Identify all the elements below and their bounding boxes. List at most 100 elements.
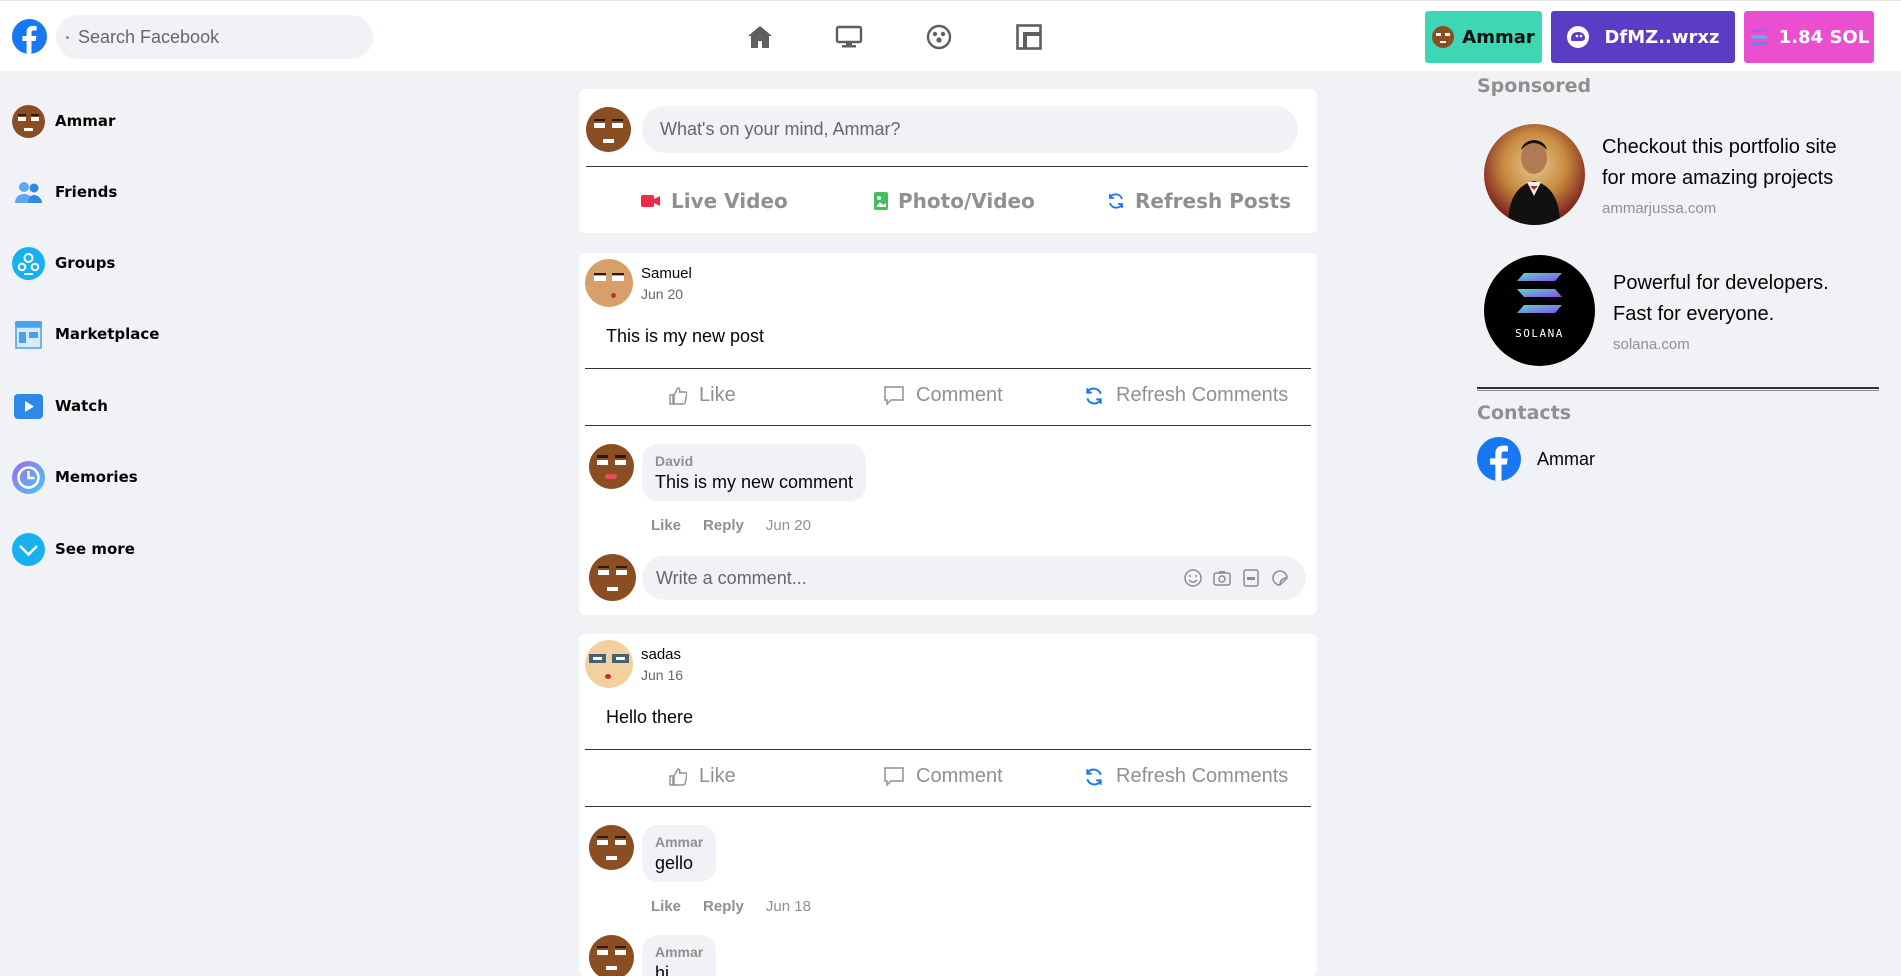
refresh-icon: [1107, 192, 1125, 210]
post-text: This is my new post: [606, 326, 765, 346]
comment-text: gello: [655, 853, 694, 873]
like-button[interactable]: Like: [669, 765, 736, 788]
author-avatar[interactable]: [585, 640, 633, 688]
refresh-comments-label: Refresh Comments: [1116, 765, 1289, 787]
comment-author[interactable]: Ammar: [655, 834, 703, 850]
like-label: Like: [699, 384, 736, 406]
comment-reply-link[interactable]: Reply: [703, 898, 744, 915]
comment-label: Comment: [916, 384, 1003, 406]
watch-icon[interactable]: [835, 23, 863, 51]
contact-item[interactable]: Ammar: [1477, 437, 1595, 481]
groups-icon[interactable]: [925, 23, 953, 51]
comment-input[interactable]: Write a comment...: [642, 556, 1306, 600]
divider: [585, 425, 1311, 426]
memories-icon: [12, 460, 45, 494]
composer-input[interactable]: What's on your mind, Ammar?: [642, 106, 1298, 153]
friends-icon: [12, 176, 45, 209]
comment-icon: [884, 767, 904, 786]
post-author[interactable]: sadas: [641, 646, 683, 663]
balance-button[interactable]: 1.84 SOL: [1744, 11, 1874, 63]
refresh-comments-label: Refresh Comments: [1116, 384, 1289, 406]
comment-button[interactable]: Comment: [884, 384, 1003, 407]
ad-site: solana.com: [1613, 336, 1690, 353]
contacts-heading: Contacts: [1477, 402, 1572, 424]
sponsored-ad[interactable]: SOLANA Powerful for developers. Fast for…: [1484, 255, 1829, 366]
like-label: Like: [699, 765, 736, 787]
sidebar-item-label: Watch: [55, 397, 108, 415]
comment-item: Ammar gello: [589, 825, 717, 882]
author-avatar[interactable]: [585, 259, 633, 307]
post-card: Samuel Jun 20 This is my new post Like C…: [579, 253, 1317, 615]
comment-like-link[interactable]: Like: [651, 898, 681, 915]
watch-icon: [12, 390, 45, 423]
user-avatar: [1432, 26, 1455, 48]
photo-video-label: Photo/Video: [898, 189, 1035, 213]
sticker-icon[interactable]: [1270, 568, 1290, 593]
sidebar-item-see-more[interactable]: See more: [12, 529, 135, 569]
divider: [585, 368, 1311, 369]
gaming-icon[interactable]: [1015, 23, 1043, 51]
sidebar-item-label: Friends: [55, 183, 118, 201]
refresh-comments-button[interactable]: Refresh Comments: [1084, 765, 1288, 788]
sidebar-item-memories[interactable]: Memories: [12, 457, 138, 497]
ad-title-line: Powerful for developers.: [1613, 272, 1829, 294]
post-card: sadas Jun 16 Hello there Like Comment Re…: [579, 634, 1317, 976]
sidebar-item-watch[interactable]: Watch: [12, 386, 108, 426]
sidebar-item-friends[interactable]: Friends: [12, 172, 117, 212]
live-video-button[interactable]: Live Video: [641, 189, 788, 213]
sidebar-item-groups[interactable]: Groups: [12, 243, 115, 283]
comment-bubble: Ammar gello: [642, 825, 717, 882]
comment-reply-link[interactable]: Reply: [703, 517, 744, 534]
wallet-button[interactable]: DfMZ..wrxz: [1551, 11, 1735, 63]
comment-tools: [1183, 568, 1290, 593]
post-date: Jun 16: [641, 666, 684, 683]
refresh-icon: [1084, 386, 1104, 406]
camera-icon[interactable]: [1212, 568, 1232, 593]
refresh-posts-label: Refresh Posts: [1135, 189, 1291, 213]
facebook-logo-icon[interactable]: [12, 19, 47, 54]
comment-date: Jun 18: [765, 898, 811, 915]
post-text: Hello there: [606, 707, 694, 727]
comment-like-link[interactable]: Like: [651, 517, 681, 534]
solana-logo-text: SOLANA: [1515, 327, 1564, 340]
sidebar-item-profile[interactable]: Ammar: [12, 101, 115, 141]
profile-button[interactable]: Ammar: [1425, 11, 1542, 63]
sponsored-heading: Sponsored: [1477, 75, 1592, 97]
comment-author[interactable]: David: [655, 453, 853, 469]
sidebar-item-label: Groups: [55, 254, 116, 272]
post-header: Samuel Jun 20: [585, 259, 692, 307]
comment-item: Ammar hi: [589, 935, 717, 976]
like-button[interactable]: Like: [669, 384, 736, 407]
gif-icon[interactable]: [1241, 568, 1261, 593]
sidebar-item-marketplace[interactable]: Marketplace: [12, 314, 159, 354]
comment-date: Jun 20: [765, 517, 811, 534]
commenter-avatar[interactable]: [589, 935, 634, 976]
photo-video-button[interactable]: Photo/Video: [874, 189, 1035, 213]
user-avatar: [586, 107, 631, 152]
profile-button-label: Ammar: [1462, 26, 1535, 48]
thumbs-up-icon: [669, 767, 687, 786]
search-input[interactable]: Search Facebook: [56, 15, 373, 59]
divider: [586, 166, 1308, 167]
home-icon[interactable]: [746, 23, 774, 51]
refresh-comments-button[interactable]: Refresh Comments: [1084, 384, 1288, 407]
refresh-posts-button[interactable]: Refresh Posts: [1107, 189, 1291, 213]
video-camera-icon: [641, 194, 661, 208]
ad-image: [1484, 124, 1585, 225]
divider: [1477, 387, 1879, 391]
facebook-logo-icon: [1477, 437, 1521, 481]
commenter-avatar[interactable]: [589, 825, 634, 870]
photo-icon: [874, 192, 888, 210]
commenter-avatar[interactable]: [589, 444, 634, 489]
sidebar-item-label: See more: [55, 540, 135, 558]
comment-author[interactable]: Ammar: [655, 944, 703, 960]
emoji-icon[interactable]: [1183, 568, 1203, 593]
sponsored-ad[interactable]: Checkout this portfolio site for more am…: [1484, 124, 1837, 225]
post-header: sadas Jun 16: [585, 640, 683, 688]
balance-label: 1.84 SOL: [1778, 26, 1870, 48]
ad-title-line: Checkout this portfolio site: [1602, 136, 1837, 158]
post-date: Jun 20: [641, 285, 684, 302]
comment-button[interactable]: Comment: [884, 765, 1003, 788]
post-author[interactable]: Samuel: [641, 265, 692, 282]
user-avatar: [12, 104, 45, 138]
